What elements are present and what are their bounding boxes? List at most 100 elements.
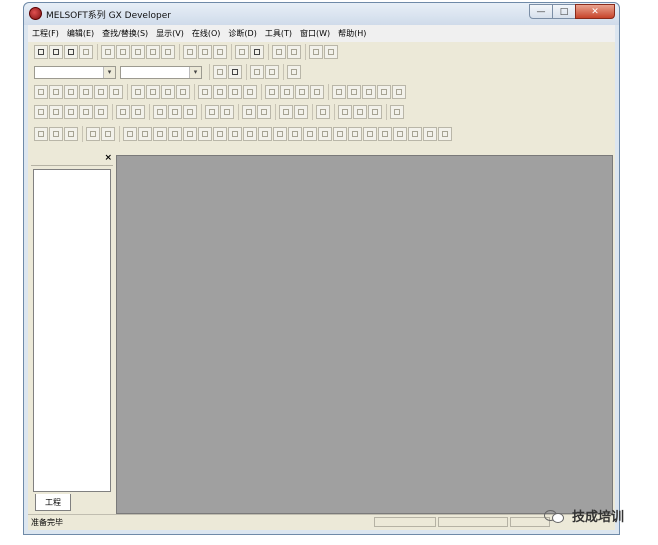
sfc-step-icon[interactable] bbox=[34, 127, 48, 141]
parallel-merge-icon[interactable] bbox=[168, 127, 182, 141]
falling-pulse-icon[interactable] bbox=[213, 85, 227, 99]
copy-icon[interactable] bbox=[116, 45, 130, 59]
find-instruction-icon[interactable] bbox=[198, 45, 212, 59]
menu-window[interactable]: 窗口(W) bbox=[296, 28, 334, 39]
save-icon[interactable] bbox=[64, 45, 78, 59]
operation-result-fall-icon[interactable] bbox=[347, 85, 361, 99]
write-plc-icon[interactable] bbox=[235, 45, 249, 59]
zoom-in-icon[interactable] bbox=[153, 105, 167, 119]
alias-display-icon[interactable] bbox=[131, 105, 145, 119]
mdi-workspace[interactable] bbox=[116, 155, 613, 514]
sfc-link-icon[interactable] bbox=[423, 127, 437, 141]
step-run-icon[interactable] bbox=[338, 105, 352, 119]
redo-icon[interactable] bbox=[161, 45, 175, 59]
write-mode-icon[interactable] bbox=[242, 105, 256, 119]
cut-icon[interactable] bbox=[101, 45, 115, 59]
sfc-icon[interactable] bbox=[287, 65, 301, 79]
line-delete-icon[interactable] bbox=[392, 85, 406, 99]
menu-help[interactable]: 帮助(H) bbox=[334, 28, 370, 39]
monitor-write-icon[interactable] bbox=[287, 45, 301, 59]
entry-data-icon[interactable] bbox=[324, 45, 338, 59]
vertical-line-icon[interactable] bbox=[146, 85, 160, 99]
convert-icon[interactable] bbox=[34, 105, 48, 119]
sfc-merge-line-icon[interactable] bbox=[273, 127, 287, 141]
comment-select[interactable]: ▾ bbox=[120, 65, 202, 79]
title-bar[interactable]: MELSOFT系列 GX Developer — □ ✕ bbox=[24, 3, 619, 25]
program-select[interactable]: ▾ bbox=[34, 65, 116, 79]
parameter-icon[interactable] bbox=[250, 65, 264, 79]
list-view-icon[interactable] bbox=[220, 105, 234, 119]
rising-not-icon[interactable] bbox=[265, 85, 279, 99]
ladder-mode-icon[interactable] bbox=[228, 65, 242, 79]
device-memory-icon[interactable] bbox=[265, 65, 279, 79]
zoom-out-icon[interactable] bbox=[168, 105, 182, 119]
sfc-partial-line-icon[interactable] bbox=[243, 127, 257, 141]
sfc-vertical-line-icon[interactable] bbox=[183, 127, 197, 141]
menu-diagnostics[interactable]: 诊断(D) bbox=[224, 28, 260, 39]
program-list-icon[interactable] bbox=[213, 65, 227, 79]
parallel-falling-not-icon[interactable] bbox=[310, 85, 324, 99]
sfc-delete-line-icon[interactable] bbox=[288, 127, 302, 141]
print-icon[interactable] bbox=[79, 45, 93, 59]
parallel-rising-icon[interactable] bbox=[228, 85, 242, 99]
minimize-button[interactable]: — bbox=[529, 4, 553, 19]
sfc-end-icon[interactable] bbox=[64, 127, 78, 141]
sfc-jump-icon[interactable] bbox=[101, 127, 115, 141]
open-project-icon[interactable] bbox=[49, 45, 63, 59]
online-edit-icon[interactable] bbox=[279, 105, 293, 119]
comment-display-icon[interactable] bbox=[116, 105, 130, 119]
sfc-transition-icon[interactable] bbox=[86, 127, 100, 141]
sfc-multi-branch-icon[interactable] bbox=[303, 127, 317, 141]
statement-edit-icon[interactable] bbox=[79, 105, 93, 119]
paste-icon[interactable] bbox=[131, 45, 145, 59]
delete-vertical-icon[interactable] bbox=[176, 85, 190, 99]
find-device-icon[interactable] bbox=[183, 45, 197, 59]
step-skip-icon[interactable] bbox=[368, 105, 382, 119]
sfc-transfer-icon[interactable] bbox=[438, 127, 452, 141]
falling-not-icon[interactable] bbox=[280, 85, 294, 99]
rising-pulse-icon[interactable] bbox=[198, 85, 212, 99]
sfc-reset-step-icon[interactable] bbox=[213, 127, 227, 141]
selection-branch-icon[interactable] bbox=[123, 127, 137, 141]
sfc-comment-icon[interactable] bbox=[228, 127, 242, 141]
undo-icon[interactable] bbox=[146, 45, 160, 59]
note-edit-icon[interactable] bbox=[94, 105, 108, 119]
zoom-fit-icon[interactable] bbox=[183, 105, 197, 119]
comment-edit-icon[interactable] bbox=[64, 105, 78, 119]
sfc-select-branch-line-icon[interactable] bbox=[333, 127, 347, 141]
sfc-block-end-icon[interactable] bbox=[408, 127, 422, 141]
menu-tools[interactable]: 工具(T) bbox=[261, 28, 296, 39]
convert-all-icon[interactable] bbox=[49, 105, 63, 119]
sfc-parallel-merge-line-icon[interactable] bbox=[378, 127, 392, 141]
menu-online[interactable]: 在线(O) bbox=[188, 28, 225, 39]
sfc-dummy-step-icon[interactable] bbox=[198, 127, 212, 141]
monitor-icon[interactable] bbox=[272, 45, 286, 59]
delete-horizontal-icon[interactable] bbox=[161, 85, 175, 99]
sfc-select-merge-line-icon[interactable] bbox=[363, 127, 377, 141]
device-batch-icon[interactable] bbox=[309, 45, 323, 59]
ladder-view-icon[interactable] bbox=[205, 105, 219, 119]
parallel-closed-contact-icon[interactable] bbox=[79, 85, 93, 99]
parallel-falling-icon[interactable] bbox=[243, 85, 257, 99]
tab-project[interactable]: 工程 bbox=[35, 494, 71, 511]
project-tree[interactable] bbox=[33, 169, 111, 492]
menu-edit[interactable]: 编辑(E) bbox=[63, 28, 98, 39]
close-icon[interactable]: × bbox=[104, 153, 112, 163]
operation-result-rise-icon[interactable] bbox=[332, 85, 346, 99]
sfc-multi-merge-icon[interactable] bbox=[318, 127, 332, 141]
test-icon[interactable] bbox=[294, 105, 308, 119]
selection-merge-icon[interactable] bbox=[153, 127, 167, 141]
parallel-rising-not-icon[interactable] bbox=[295, 85, 309, 99]
parallel-branch-icon[interactable] bbox=[138, 127, 152, 141]
horizontal-line-icon[interactable] bbox=[131, 85, 145, 99]
step-stop-icon[interactable] bbox=[353, 105, 367, 119]
sfc-parallel-branch-line-icon[interactable] bbox=[348, 127, 362, 141]
coil-icon[interactable] bbox=[94, 85, 108, 99]
invert-icon[interactable] bbox=[362, 85, 376, 99]
menu-view[interactable]: 显示(V) bbox=[152, 28, 188, 39]
read-plc-icon[interactable] bbox=[250, 45, 264, 59]
menu-project[interactable]: 工程(F) bbox=[28, 28, 63, 39]
maximize-button[interactable]: □ bbox=[552, 4, 576, 19]
menu-find-replace[interactable]: 查找/替换(S) bbox=[98, 28, 152, 39]
window-layout-icon[interactable] bbox=[390, 105, 404, 119]
